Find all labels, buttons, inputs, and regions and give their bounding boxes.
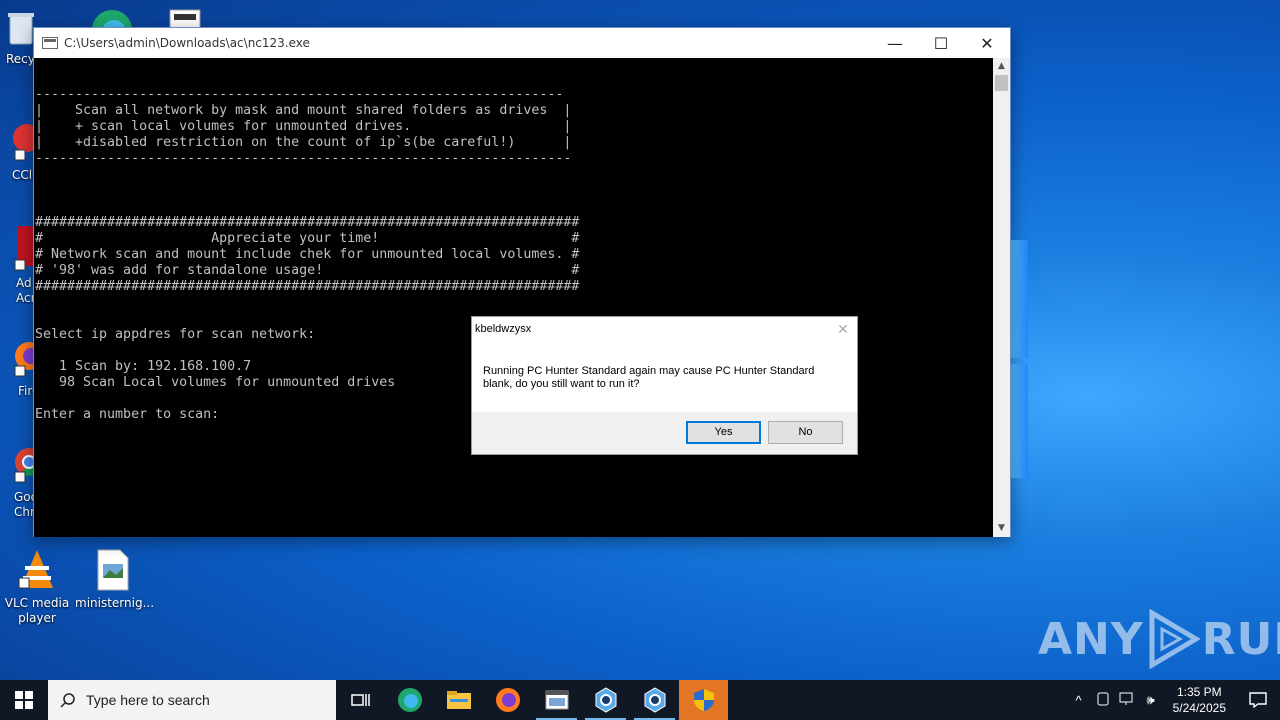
- gear-icon: [644, 687, 665, 713]
- scroll-thumb[interactable]: [995, 75, 1008, 91]
- firefox-icon: [495, 688, 520, 712]
- folder-icon: [446, 691, 471, 709]
- taskbar-settings-app-2[interactable]: [630, 680, 679, 720]
- taskbar-console[interactable]: [532, 680, 581, 720]
- file-desktop-icon[interactable]: [166, 8, 204, 28]
- watermark-right: RUN: [1201, 613, 1280, 665]
- taskbar-search-box[interactable]: Type here to search: [48, 680, 336, 720]
- system-tray: ^ 🕪 1:35 PM 5/24/2025: [1067, 680, 1280, 720]
- image-file-icon: [90, 548, 134, 592]
- dialog-close-button[interactable]: ✕: [829, 321, 857, 338]
- console-scrollbar[interactable]: ▲ ▼: [993, 58, 1010, 537]
- network-icon[interactable]: [1115, 692, 1139, 709]
- wallpaper-logo: [1010, 240, 1030, 480]
- dialog-message-line-2: blank, do you still want to run it?: [483, 378, 640, 390]
- edge-icon: [397, 688, 422, 712]
- watermark-left: ANY: [1038, 613, 1144, 665]
- dialog-titlebar[interactable]: kbeldwzysx ✕: [472, 317, 857, 341]
- minimize-button[interactable]: —: [872, 28, 918, 58]
- edge-desktop-icon[interactable]: [88, 6, 136, 28]
- close-button[interactable]: ✕: [964, 28, 1010, 58]
- yes-button[interactable]: Yes: [686, 421, 761, 444]
- taskbar-file-explorer[interactable]: [434, 680, 483, 720]
- clock[interactable]: 1:35 PM 5/24/2025: [1163, 684, 1236, 716]
- start-button[interactable]: [0, 680, 48, 720]
- console-titlebar[interactable]: C:\Users\admin\Downloads\ac\nc123.exe — …: [34, 28, 1010, 58]
- scroll-down-icon[interactable]: ▼: [993, 520, 1010, 537]
- clock-time: 1:35 PM: [1176, 685, 1222, 699]
- chrome-icon: [3, 440, 43, 486]
- gear-icon: [595, 687, 616, 713]
- play-icon: [1146, 608, 1201, 670]
- taskbar-edge[interactable]: [385, 680, 434, 720]
- scroll-up-icon[interactable]: ▲: [993, 58, 1010, 75]
- console-app-icon: [42, 37, 58, 49]
- desktop-icon-ministernig[interactable]: ministernig...: [75, 548, 154, 611]
- taskbar-firefox[interactable]: [483, 680, 532, 720]
- task-view-icon: [350, 694, 370, 706]
- maximize-button[interactable]: ☐: [918, 28, 964, 58]
- task-view-button[interactable]: [336, 680, 385, 720]
- shield-icon: [693, 689, 714, 711]
- vlc-icon: [15, 548, 59, 592]
- console-output-area[interactable]: ----------------------------------------…: [34, 58, 995, 537]
- dialog-title: kbeldwzysx: [475, 323, 532, 335]
- acrobat-icon: [3, 224, 39, 272]
- taskbar-settings-app-1[interactable]: [581, 680, 630, 720]
- console-window[interactable]: C:\Users\admin\Downloads\ac\nc123.exe — …: [33, 27, 1011, 537]
- console-icon: [545, 690, 568, 710]
- confirm-dialog[interactable]: kbeldwzysx ✕ Running PC Hunter Standard …: [471, 316, 858, 455]
- dialog-footer: Yes No: [472, 412, 857, 454]
- search-placeholder: Type here to search: [86, 692, 210, 708]
- windows-icon: [15, 691, 33, 709]
- taskbar: Type here to search ^ 🕪 1:35 PM 5/24/202…: [0, 680, 1280, 720]
- no-button[interactable]: No: [768, 421, 843, 444]
- volume-icon[interactable]: 🕪: [1139, 692, 1163, 708]
- anyrun-watermark: ANY RUN: [1038, 606, 1280, 672]
- notification-icon: [1249, 692, 1267, 708]
- dialog-message: Running PC Hunter Standard again may cau…: [472, 341, 857, 413]
- dialog-message-line-1: Running PC Hunter Standard again may cau…: [483, 365, 815, 377]
- firefox-icon: [3, 336, 43, 380]
- console-title: C:\Users\admin\Downloads\ac\nc123.exe: [64, 36, 310, 50]
- device-icon[interactable]: [1091, 692, 1115, 709]
- search-icon: [60, 693, 75, 708]
- desktop-icon-vlc[interactable]: VLC media player: [0, 548, 74, 626]
- clock-date: 5/24/2025: [1172, 701, 1226, 715]
- notifications-button[interactable]: [1236, 692, 1280, 708]
- chevron-up-icon[interactable]: ^: [1067, 693, 1091, 708]
- taskbar-uac-shield[interactable]: [679, 680, 728, 720]
- ccleaner-icon: [3, 120, 41, 164]
